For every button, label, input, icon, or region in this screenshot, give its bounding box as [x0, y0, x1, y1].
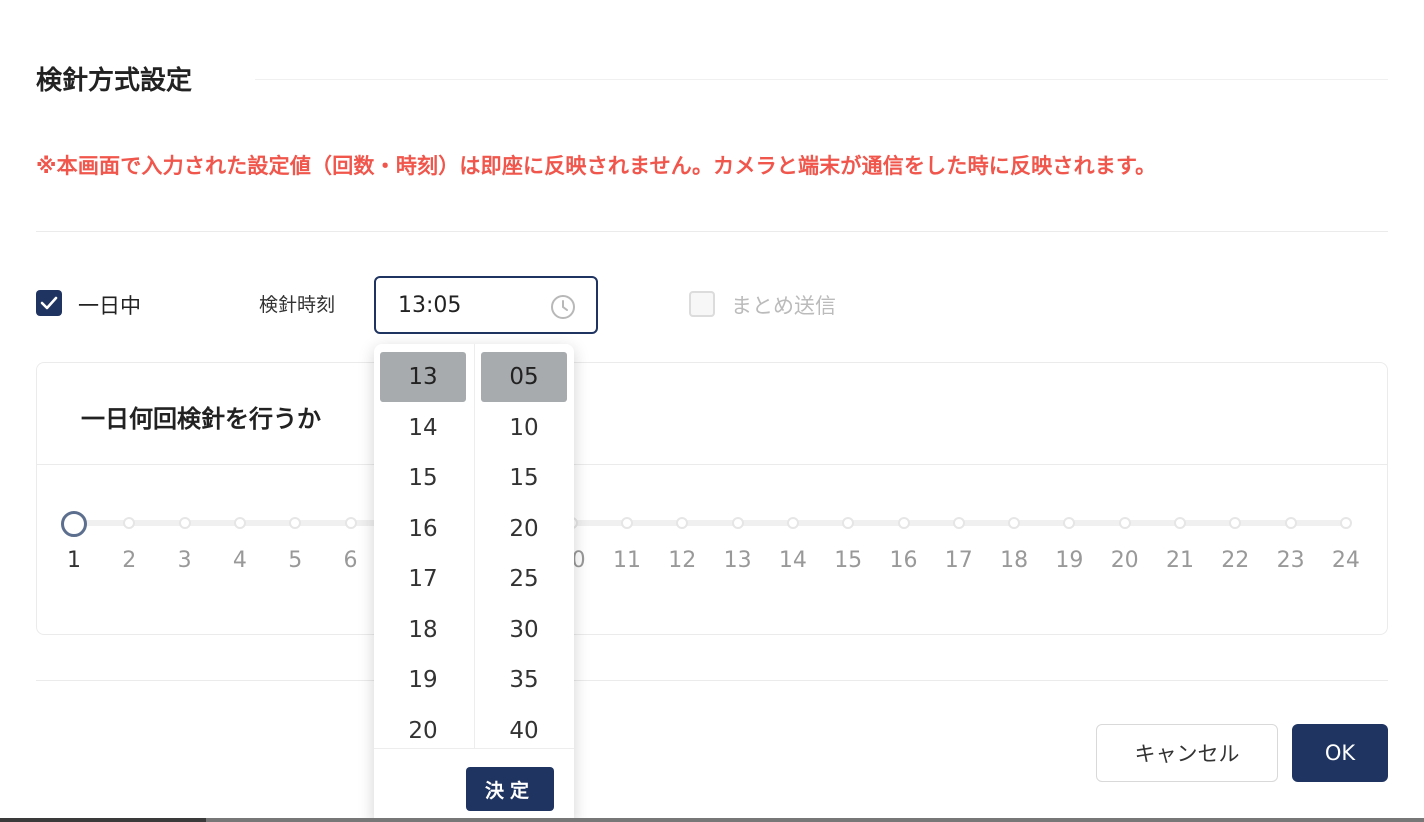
slider-step-label[interactable]: 11 — [607, 548, 647, 573]
frequency-slider-track[interactable] — [72, 520, 1352, 526]
minute-option[interactable]: 25 — [475, 554, 573, 605]
minute-option[interactable]: 10 — [475, 403, 573, 454]
dialog-title: 検針方式設定 — [36, 66, 193, 96]
slider-step-dot[interactable] — [1284, 517, 1297, 529]
slider-step-label[interactable]: 1 — [54, 548, 94, 573]
check-icon — [40, 296, 58, 310]
slider-step-label[interactable]: 3 — [165, 548, 205, 573]
minute-option[interactable]: 35 — [475, 655, 573, 706]
slider-step-dot[interactable] — [1118, 517, 1131, 529]
slider-step-label[interactable]: 15 — [828, 548, 868, 573]
cancel-button[interactable]: キャンセル — [1096, 724, 1278, 782]
slider-step-dot[interactable] — [786, 517, 799, 529]
slider-step-label[interactable]: 17 — [939, 548, 979, 573]
frequency-slider-handle[interactable] — [61, 511, 87, 537]
slider-step-dot[interactable] — [233, 517, 246, 529]
slider-step-dot[interactable] — [952, 517, 965, 529]
settings-dialog: 検針方式設定 ※本画面で入力された設定値（回数・時刻）は即座に反映されません。カ… — [0, 0, 1424, 822]
slider-step-label[interactable]: 2 — [109, 548, 149, 573]
title-divider — [255, 79, 1388, 80]
warning-message: ※本画面で入力された設定値（回数・時刻）は即座に反映されません。カメラと端末が通… — [36, 154, 1157, 178]
slider-step-dot[interactable] — [731, 517, 744, 529]
slider-step-label[interactable]: 21 — [1160, 548, 1200, 573]
clock-icon[interactable] — [550, 294, 576, 320]
all-day-checkbox[interactable] — [36, 290, 62, 316]
batch-send-label: まとめ送信 — [731, 294, 836, 318]
slider-step-label[interactable]: 20 — [1105, 548, 1145, 573]
slider-step-label[interactable]: 24 — [1326, 548, 1366, 573]
picker-footer: 決定 — [374, 748, 574, 822]
section-divider — [36, 231, 1388, 232]
slider-step-label[interactable]: 4 — [220, 548, 260, 573]
time-picker-dropdown: 13 14 15 16 17 18 19 20 05 10 15 20 25 30 35 40 決定 — [374, 344, 574, 822]
minute-option[interactable]: 30 — [475, 605, 573, 656]
slider-step-dot[interactable] — [897, 517, 910, 529]
hour-option[interactable]: 18 — [374, 605, 472, 656]
reading-time-input[interactable] — [398, 289, 548, 321]
hour-option[interactable]: 16 — [374, 504, 472, 555]
slider-step-dot[interactable] — [621, 517, 633, 529]
slider-step-label[interactable]: 18 — [994, 548, 1034, 573]
slider-step-dot[interactable] — [344, 517, 357, 529]
hour-option[interactable]: 15 — [374, 453, 472, 504]
slider-step-label[interactable]: 16 — [884, 548, 924, 573]
confirm-button[interactable]: 決定 — [466, 767, 554, 811]
all-day-label: 一日中 — [78, 294, 141, 318]
hour-column[interactable]: 13 14 15 16 17 18 19 20 — [374, 352, 472, 756]
frequency-card: 一日何回検針を行うかます — [36, 362, 1388, 635]
slider-step-label[interactable]: 6 — [331, 548, 371, 573]
minute-option[interactable]: 15 — [475, 453, 573, 504]
slider-step-label[interactable]: 5 — [275, 548, 315, 573]
card-title-text: 一日何回検針を行うか — [81, 405, 321, 433]
reading-time-field[interactable] — [374, 276, 598, 334]
minute-column[interactable]: 05 10 15 20 25 30 35 40 — [475, 352, 573, 756]
card-header: 一日何回検針を行うかます — [37, 363, 1387, 465]
slider-step-label[interactable]: 23 — [1271, 548, 1311, 573]
hour-option[interactable]: 17 — [374, 554, 472, 605]
hour-option[interactable]: 19 — [374, 655, 472, 706]
slider-step-dot[interactable] — [1339, 517, 1352, 529]
slider-step-label[interactable]: 12 — [662, 548, 702, 573]
hour-option[interactable]: 14 — [374, 403, 472, 454]
ok-button[interactable]: OK — [1292, 724, 1388, 782]
hour-option[interactable]: 13 — [374, 352, 472, 403]
reading-time-label: 検針時刻 — [259, 294, 336, 316]
slider-step-dot[interactable] — [1008, 517, 1021, 529]
batch-send-checkbox[interactable] — [689, 291, 715, 317]
minute-option[interactable]: 20 — [475, 504, 573, 555]
minute-option[interactable]: 05 — [475, 352, 573, 403]
slider-step-dot[interactable] — [1174, 517, 1186, 529]
slider-step-label[interactable]: 22 — [1215, 548, 1255, 573]
slider-step-label[interactable]: 19 — [1049, 548, 1089, 573]
window-bottom-bar — [0, 818, 1424, 822]
slider-step-label[interactable]: 14 — [773, 548, 813, 573]
slider-step-label[interactable]: 13 — [718, 548, 758, 573]
slider-step-dot[interactable] — [178, 517, 191, 529]
footer-divider — [36, 680, 1388, 681]
